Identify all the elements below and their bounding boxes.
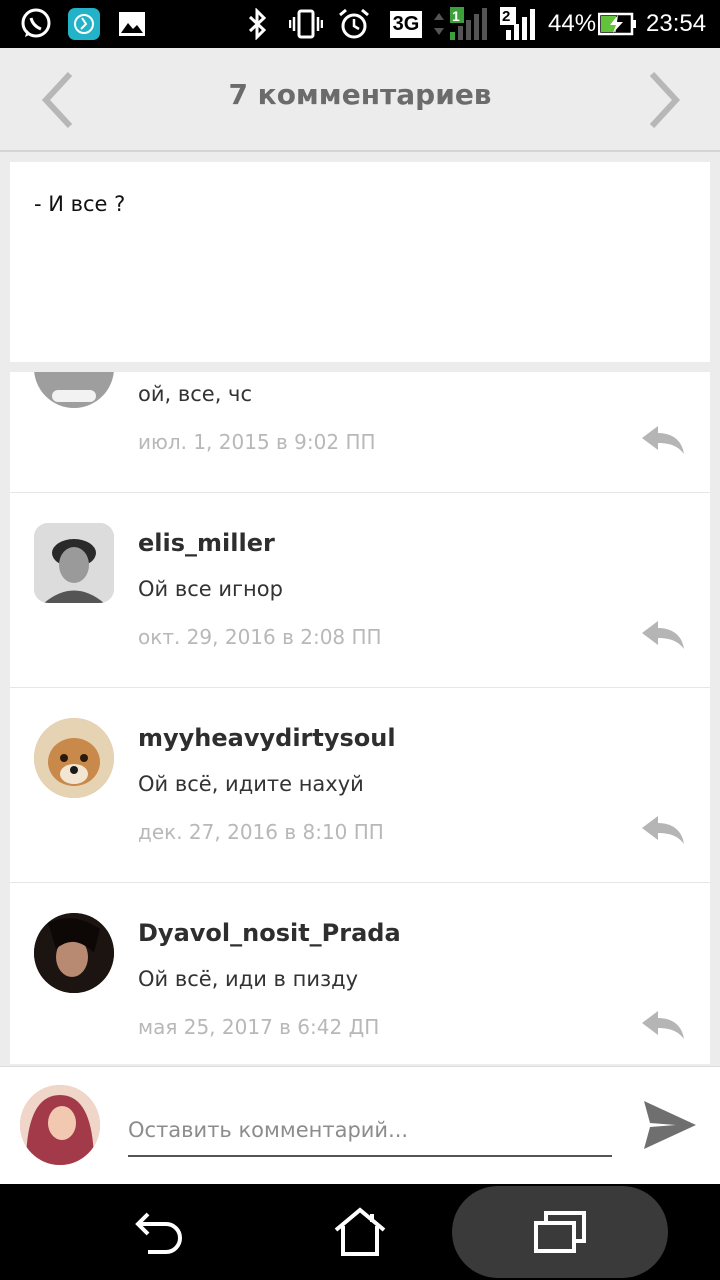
gallery-icon [116, 8, 148, 40]
comment-date: июл. 1, 2015 в 9:02 ПП [138, 430, 376, 454]
avatar[interactable] [34, 523, 114, 603]
comment-item: myyheavydirtysoul Ой всё, идите нахуй де… [10, 688, 710, 883]
comments-list[interactable]: ой, все, чс июл. 1, 2015 в 9:02 ПП elis_… [10, 372, 710, 1064]
home-icon[interactable] [300, 1184, 420, 1280]
comment-username[interactable]: Dyavol_nosit_Prada [138, 919, 401, 947]
comment-item: ой, все, чс июл. 1, 2015 в 9:02 ПП [10, 372, 710, 493]
avatar[interactable] [34, 372, 114, 408]
app-bar: 7 комментариев [0, 48, 720, 152]
reply-icon[interactable] [640, 424, 686, 458]
comment-username[interactable]: myyheavydirtysoul [138, 724, 396, 752]
whatsapp-icon [16, 8, 56, 40]
reply-icon[interactable] [640, 814, 686, 848]
network-type-badge: 3G [388, 8, 424, 40]
comment-text: ой, все, чс [138, 382, 252, 406]
system-nav-bar [0, 1184, 720, 1280]
back-icon[interactable] [100, 1184, 220, 1280]
reply-icon[interactable] [640, 619, 686, 653]
recent-apps-icon[interactable] [500, 1184, 620, 1280]
comment-date: мая 25, 2017 в 6:42 ДП [138, 1015, 380, 1039]
post-card: - И все ? [10, 162, 710, 362]
signal-icon: 1 [430, 7, 488, 40]
comment-text: Ой всё, иди в пизду [138, 967, 359, 991]
comment-date: окт. 29, 2016 в 2:08 ПП [138, 625, 382, 649]
send-icon[interactable] [640, 1097, 698, 1153]
post-text: - И все ? [34, 192, 126, 216]
chevron-right-icon[interactable] [642, 70, 686, 130]
comment-date: дек. 27, 2016 в 8:10 ПП [138, 820, 384, 844]
comment-text: Ой все игнор [138, 577, 283, 601]
comment-username[interactable]: elis_miller [138, 529, 275, 557]
avatar[interactable] [34, 913, 114, 993]
comment-item: Dyavol_nosit_Prada Ой всё, иди в пизду м… [10, 883, 710, 1064]
page-title: 7 комментариев [228, 78, 492, 111]
bluetooth-icon [244, 8, 272, 40]
comment-compose-bar [0, 1066, 720, 1184]
status-bar: 3G 1 2 44% 23:54 [0, 0, 720, 48]
comment-input[interactable] [128, 1105, 612, 1157]
my-avatar[interactable] [20, 1085, 100, 1165]
vibrate-icon [288, 8, 324, 40]
fitness-app-icon [66, 8, 102, 40]
comment-text: Ой всё, идите нахуй [138, 772, 364, 796]
clock: 23:54 [646, 10, 707, 37]
battery-percent: 44% [548, 10, 597, 37]
battery-icon [598, 8, 638, 40]
comment-item: elis_miller Ой все игнор окт. 29, 2016 в… [10, 493, 710, 688]
alarm-icon [336, 8, 372, 40]
signal-sim2-icon: 2 [498, 7, 540, 40]
avatar[interactable] [34, 718, 114, 798]
reply-icon[interactable] [640, 1009, 686, 1043]
